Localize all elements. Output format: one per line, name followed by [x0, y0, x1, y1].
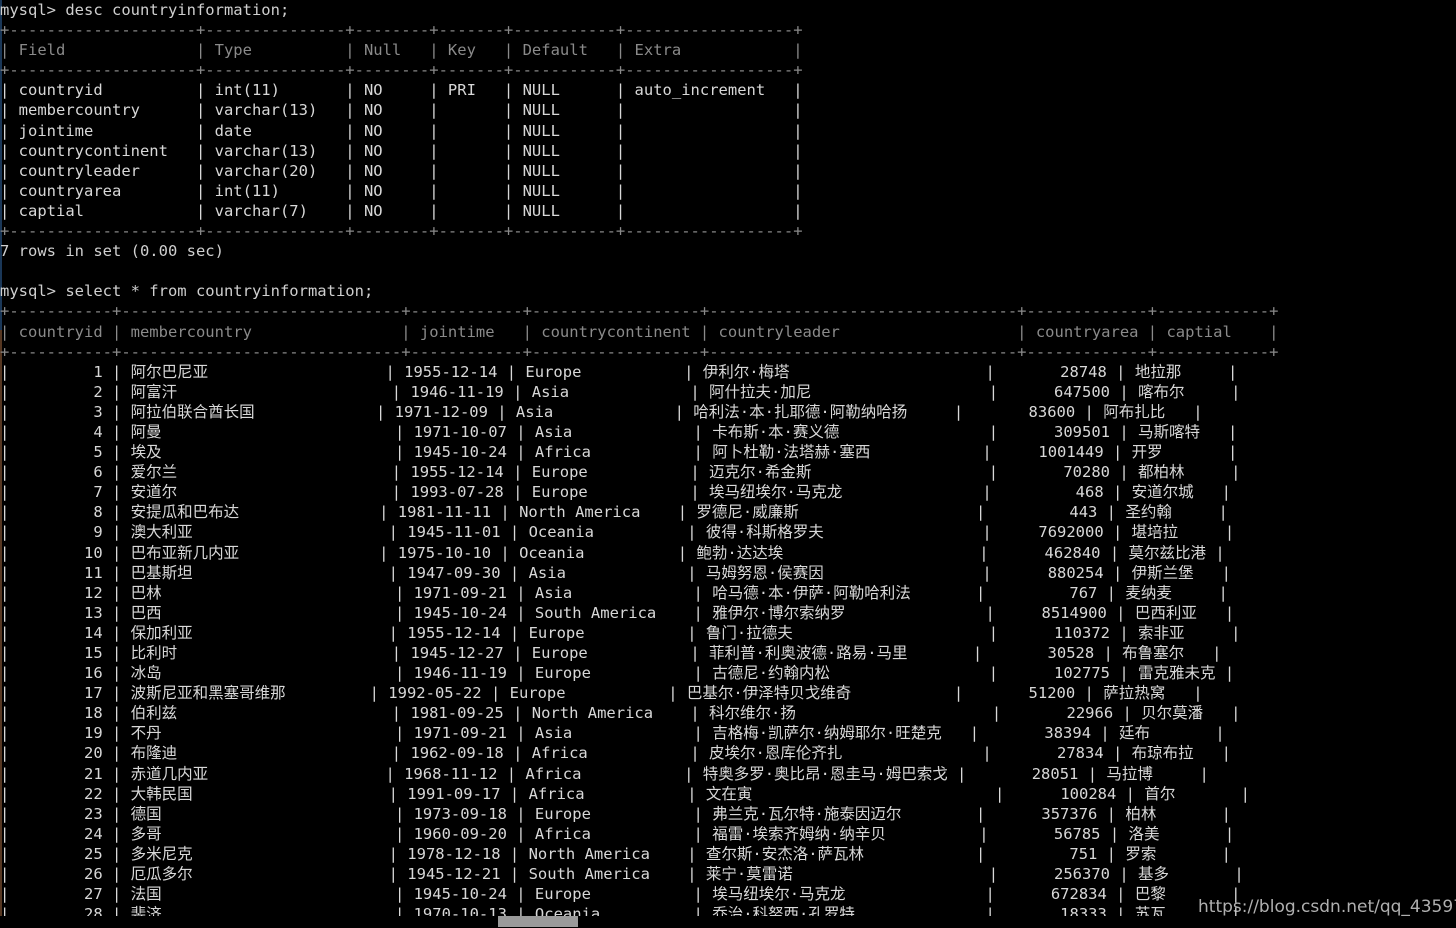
- terminal-line: | countrycontinent | varchar(13) | NO | …: [0, 141, 803, 160]
- terminal-line: | 9 | 澳大利亚 | 1945-11-01 | Oceania | 彼得·科…: [0, 523, 1235, 542]
- terminal-line: mysql> desc countryinformation;: [0, 1, 290, 19]
- terminal-line: | jointime | date | NO | | NULL | |: [0, 121, 803, 140]
- terminal-line: | 26 | 厄瓜多尔 | 1945-12-21 | South America…: [0, 865, 1244, 884]
- terminal-line: | 27 | 法国 | 1945-10-24 | Europe | 埃马纽埃尔·…: [0, 885, 1241, 904]
- terminal-line: | 10 | 巴布亚新几内亚 | 1975-10-10 | Oceania | …: [0, 543, 1225, 562]
- terminal-line: | membercountry | varchar(13) | NO | | N…: [0, 101, 803, 120]
- terminal-line: | 2 | 阿富汗 | 1946-11-19 | Asia | 阿什拉夫·加尼 …: [0, 382, 1241, 401]
- terminal-line: | 25 | 多米尼克 | 1978-12-18 | North America…: [0, 844, 1232, 863]
- terminal-line: | 11 | 巴基斯坦 | 1947-09-30 | Asia | 马姆努恩·侯…: [0, 563, 1232, 582]
- terminal-line: mysql> select * from countryinformation;: [0, 282, 374, 301]
- terminal-line: | 6 | 爱尔兰 | 1955-12-14 | Europe | 迈克尔·希金…: [0, 463, 1241, 482]
- terminal-line: | 22 | 大韩民国 | 1991-09-17 | Africa | 文在寅 …: [0, 784, 1250, 803]
- terminal-line: | 18 | 伯利兹 | 1981-09-25 | North America …: [0, 704, 1241, 723]
- terminal-output: mysql> desc countryinformation; +--------…: [0, 0, 1278, 924]
- terminal-line: | countryid | int(11) | NO | PRI | NULL …: [0, 81, 803, 100]
- terminal-line: | 21 | 赤道几内亚 | 1968-11-12 | Africa | 特奥多…: [0, 764, 1209, 783]
- scrollbar-thumb[interactable]: [498, 916, 578, 927]
- terminal-line: | 15 | 比利时 | 1945-12-27 | Europe | 菲利普·利…: [0, 644, 1222, 662]
- table-rule: +--------------------+---------------+--…: [0, 61, 803, 80]
- terminal-line: | 13 | 巴西 | 1945-10-24 | South America |…: [0, 603, 1235, 622]
- table-rule: +-----------+---------------------------…: [0, 342, 1279, 361]
- table-rule: | countryid | membercountry | jointime |…: [0, 322, 1279, 341]
- terminal-line: | 8 | 安提瓜和巴布达 | 1981-11-11 | North Ameri…: [0, 503, 1228, 522]
- terminal-window: mysql> desc countryinformation; +--------…: [0, 0, 1456, 928]
- terminal-line: | 17 | 波斯尼亚和黑塞哥维那 | 1992-05-22 | Europe …: [0, 684, 1203, 703]
- terminal-line: | 7 | 安道尔 | 1993-07-28 | Europe | 埃马纽埃尔·…: [0, 483, 1232, 502]
- terminal-line: | 3 | 阿拉伯联合酋长国 | 1971-12-09 | Asia | 哈利法…: [0, 402, 1203, 421]
- horizontal-scrollbar[interactable]: [0, 916, 1456, 928]
- terminal-line: | 16 | 冰岛 | 1946-11-19 | Europe | 古德尼·约翰…: [0, 664, 1235, 683]
- table-rule: +--------------------+---------------+--…: [0, 21, 803, 40]
- table-rule: | Field | Type | Null | Key | Default | …: [0, 41, 803, 60]
- terminal-line: | countryarea | int(11) | NO | | NULL | …: [0, 181, 803, 200]
- table-rule: +--------------------+---------------+--…: [0, 222, 803, 241]
- terminal-line: | 5 | 埃及 | 1945-10-24 | Africa | 阿卜杜勒·法塔…: [0, 443, 1238, 462]
- terminal-line: | 24 | 多哥 | 1960-09-20 | Africa | 福雷·埃索齐…: [0, 824, 1235, 843]
- terminal-line: | captial | varchar(7) | NO | | NULL | |: [0, 201, 803, 220]
- terminal-line: 7 rows in set (0.00 sec): [0, 242, 224, 261]
- terminal-line: | 4 | 阿曼 | 1971-10-07 | Asia | 卡布斯·本·赛义德…: [0, 422, 1238, 441]
- terminal-line: | 20 | 布隆迪 | 1962-09-18 | Africa | 皮埃尔·恩…: [0, 744, 1232, 763]
- terminal-line: | 19 | 不丹 | 1971-09-21 | Asia | 吉格梅·凯萨尔·…: [0, 724, 1225, 743]
- terminal-line: | 12 | 巴林 | 1971-09-21 | Asia | 哈马德·本·伊萨…: [0, 583, 1228, 602]
- terminal-line: | 14 | 保加利亚 | 1955-12-14 | Europe | 鲁门·拉…: [0, 623, 1241, 642]
- table-rule: +-----------+---------------------------…: [0, 302, 1279, 321]
- terminal-line: | countryleader | varchar(20) | NO | | N…: [0, 161, 803, 180]
- terminal-line: | 1 | 阿尔巴尼亚 | 1955-12-14 | Europe | 伊利尔·…: [0, 362, 1238, 381]
- terminal-line: | 23 | 德国 | 1973-09-18 | Europe | 弗兰克·瓦尔…: [0, 804, 1232, 823]
- watermark-text: https://blog.csdn.net/qq_43597899: [1198, 897, 1456, 917]
